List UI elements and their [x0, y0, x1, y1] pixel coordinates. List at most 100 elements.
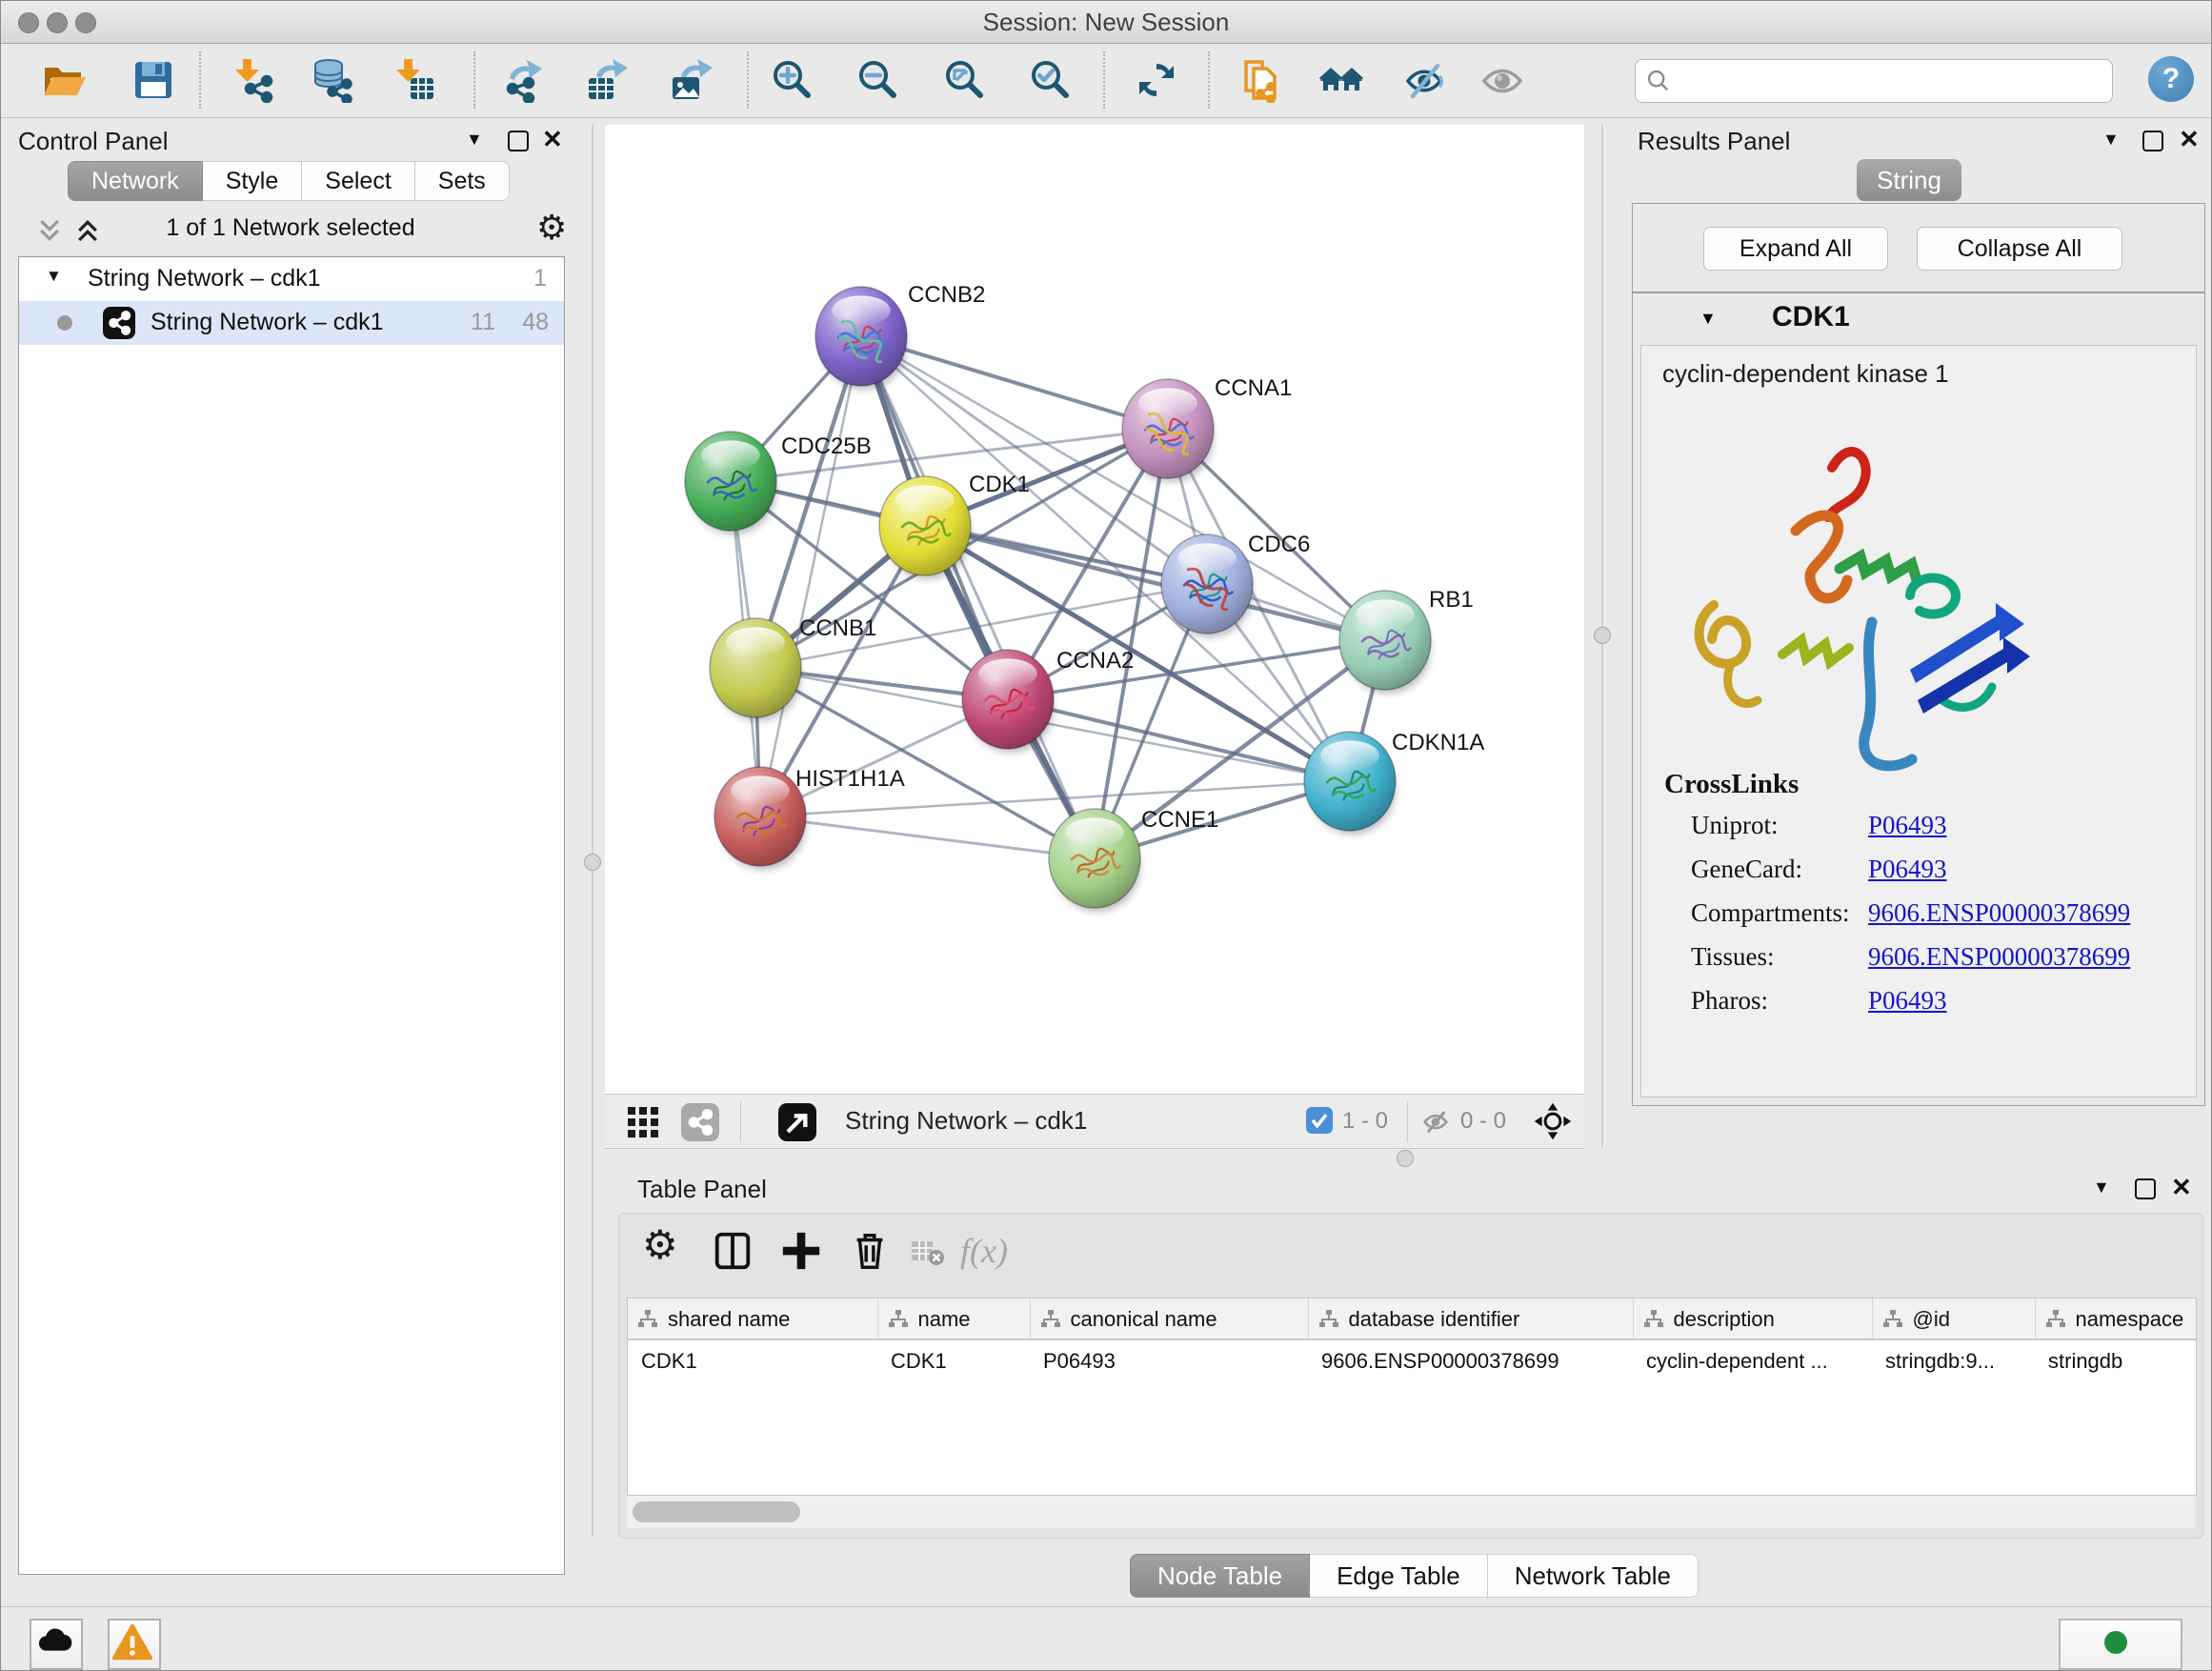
- network-node-HIST1H1A[interactable]: [714, 767, 806, 870]
- table-hscrollbar[interactable]: [627, 1496, 2195, 1528]
- export-network-button[interactable]: [500, 57, 546, 103]
- network-node-CCNA1[interactable]: [1122, 379, 1214, 482]
- memory-status-dot: [2104, 1631, 2127, 1654]
- function-builder-icon[interactable]: f(x): [960, 1231, 1008, 1271]
- table-hscrollbar-thumb[interactable]: [633, 1501, 800, 1522]
- results-panel-collapse-icon[interactable]: ▼: [2102, 130, 2120, 150]
- zoom-selected-button[interactable]: [1027, 57, 1073, 103]
- crosslink-value-link[interactable]: P06493: [1868, 855, 1947, 884]
- collapse-all-button[interactable]: Collapse All: [1917, 227, 2122, 271]
- node-label-CDC25B: CDC25B: [781, 433, 872, 459]
- export-table-button[interactable]: [583, 57, 629, 103]
- column-header-canonical-name[interactable]: canonical name: [1030, 1299, 1308, 1339]
- crosslink-label: Compartments:: [1691, 898, 1849, 927]
- toolbar-search-field[interactable]: [1635, 59, 2113, 103]
- column-header-description[interactable]: description: [1633, 1299, 1872, 1339]
- network-canvas[interactable]: CCNB2CCNA1CDC25BCDK1CDC6RB1CCNB1CCNA2CDK…: [605, 125, 1584, 1094]
- delete-table-icon[interactable]: [911, 1238, 945, 1267]
- application-window: Session: New Session: [0, 0, 2212, 1671]
- clone-network-button[interactable]: [1238, 57, 1284, 103]
- control-panel-float-icon[interactable]: [508, 131, 529, 151]
- selected-checkbox-icon[interactable]: [1306, 1107, 1333, 1134]
- network-node-CDC25B[interactable]: [685, 432, 776, 534]
- crosslink-label: GeneCard:: [1691, 855, 1802, 883]
- crosslink-row: GeneCard: P06493: [1691, 855, 2186, 898]
- tree-expand-icon[interactable]: ▼: [46, 267, 62, 286]
- table-panel-float-icon[interactable]: [2135, 1178, 2156, 1199]
- expand-all-button[interactable]: Expand All: [1703, 227, 1888, 271]
- table-panel-collapse-icon[interactable]: ▼: [2093, 1178, 2110, 1198]
- selection-status-text: 1 of 1 Network selected: [18, 214, 563, 242]
- toolbar-separator: [473, 51, 475, 109]
- save-session-button[interactable]: [131, 57, 176, 103]
- hidden-eye-slash-icon[interactable]: [1420, 1106, 1451, 1137]
- network-node-RB1[interactable]: [1339, 591, 1431, 694]
- network-current-dot-icon: [57, 315, 72, 331]
- open-in-window-icon[interactable]: [778, 1103, 816, 1141]
- network-node-CCNA2[interactable]: [962, 650, 1054, 753]
- network-node-CDKN1A[interactable]: [1304, 732, 1396, 835]
- results-panel-float-icon[interactable]: [2142, 131, 2163, 151]
- show-columns-icon[interactable]: [711, 1229, 754, 1273]
- left-splitter-handle[interactable]: [584, 854, 601, 871]
- zoom-in-button[interactable]: [769, 57, 814, 103]
- tab-edge-table[interactable]: Edge Table: [1310, 1554, 1488, 1598]
- tab-select[interactable]: Select: [302, 161, 414, 201]
- network-node-CCNE1[interactable]: [1049, 809, 1140, 912]
- results-tab-string[interactable]: String: [1857, 159, 1961, 201]
- column-header-namespace[interactable]: namespace: [2035, 1299, 2196, 1339]
- birdseye-navigator-icon[interactable]: [1533, 1101, 1573, 1141]
- delete-column-trash-icon[interactable]: [848, 1229, 892, 1273]
- network-row-selected[interactable]: String Network – cdk1 11 48: [19, 301, 564, 345]
- refresh-view-button[interactable]: [1134, 57, 1179, 103]
- network-collection-row[interactable]: ▼ String Network – cdk1 1: [19, 257, 564, 301]
- open-session-button[interactable]: [41, 57, 87, 103]
- import-table-from-file-button[interactable]: [392, 57, 437, 103]
- column-header-shared-name[interactable]: shared name: [628, 1299, 877, 1339]
- hide-selected-eye-slash-icon[interactable]: [1401, 57, 1447, 103]
- left-splitter[interactable]: [592, 125, 593, 1537]
- results-panel-close-icon[interactable]: ✕: [2179, 125, 2200, 154]
- tab-style[interactable]: Style: [203, 161, 303, 201]
- tab-node-table[interactable]: Node Table: [1130, 1554, 1310, 1598]
- crosslink-value-link[interactable]: 9606.ENSP00000378699: [1868, 942, 2130, 972]
- gene-collapse-icon[interactable]: ▼: [1699, 309, 1717, 329]
- table-panel-close-icon[interactable]: ✕: [2171, 1173, 2192, 1202]
- control-panel-close-icon[interactable]: ✕: [542, 125, 563, 154]
- warning-icon: [110, 1621, 155, 1664]
- right-splitter-handle[interactable]: [1594, 627, 1611, 644]
- search-input[interactable]: [1679, 63, 2102, 99]
- netbar-separator: [740, 1100, 741, 1142]
- crosslink-value-link[interactable]: 9606.ENSP00000378699: [1868, 898, 2130, 928]
- network-view-title: String Network – cdk1: [845, 1106, 1087, 1136]
- network-node-CCNB1[interactable]: [710, 618, 801, 721]
- column-header-name[interactable]: name: [877, 1299, 1030, 1339]
- zoom-out-button[interactable]: [855, 57, 900, 103]
- network-options-gear-icon[interactable]: ⚙: [536, 209, 567, 248]
- warnings-button[interactable]: [108, 1619, 161, 1670]
- import-network-from-database-button[interactable]: [309, 57, 354, 103]
- zoom-fit-button[interactable]: [941, 57, 987, 103]
- help-button[interactable]: ?: [2148, 56, 2194, 102]
- export-image-button[interactable]: [668, 57, 714, 103]
- column-header-database-identifier[interactable]: database identifier: [1308, 1299, 1633, 1339]
- add-column-icon[interactable]: [779, 1229, 823, 1273]
- table-row[interactable]: CDK1CDK1P064939606.ENSP00000378699cyclin…: [628, 1339, 2196, 1382]
- crosslink-value-link[interactable]: P06493: [1868, 986, 1947, 1016]
- tab-network-table[interactable]: Network Table: [1488, 1554, 1699, 1598]
- column-header-at-id[interactable]: @id: [1872, 1299, 2035, 1339]
- tab-sets[interactable]: Sets: [415, 161, 510, 201]
- grid-view-icon[interactable]: [626, 1105, 660, 1139]
- network-node-CDK1[interactable]: [879, 476, 971, 579]
- horizontal-splitter-handle[interactable]: [1397, 1150, 1414, 1167]
- import-network-from-file-button[interactable]: [231, 57, 276, 103]
- crosslink-value-link[interactable]: P06493: [1868, 811, 1947, 840]
- show-all-eye-icon[interactable]: [1479, 57, 1525, 103]
- share-view-icon[interactable]: [681, 1103, 719, 1141]
- cloud-button[interactable]: [30, 1619, 83, 1670]
- tab-network[interactable]: Network: [68, 161, 203, 201]
- first-neighbors-houses-icon[interactable]: [1318, 57, 1364, 103]
- memory-button[interactable]: Memory: [2059, 1619, 2182, 1670]
- table-options-gear-icon[interactable]: ⚙: [642, 1221, 686, 1265]
- control-panel-collapse-icon[interactable]: ▼: [466, 130, 483, 150]
